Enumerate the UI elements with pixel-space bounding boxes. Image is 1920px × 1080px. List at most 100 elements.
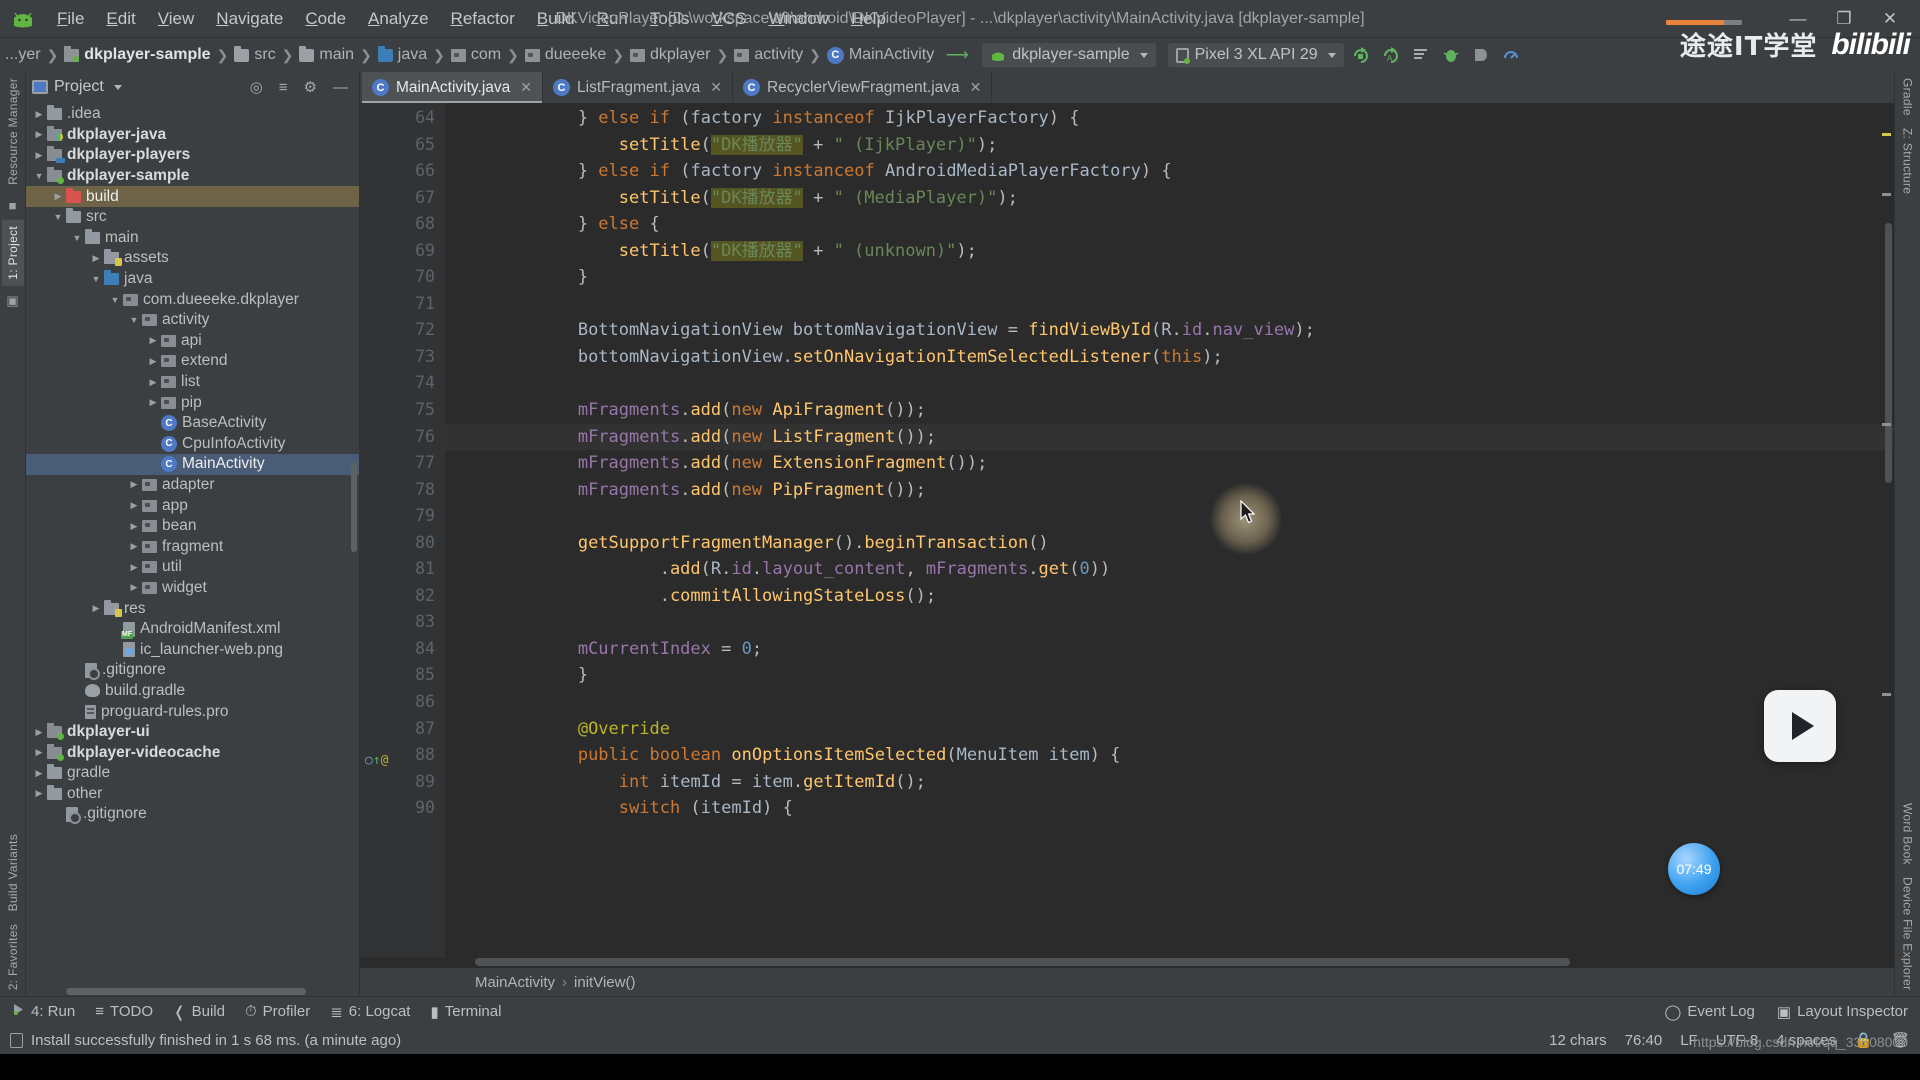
editor-tab-mainactivity-java[interactable]: C MainActivity.java ✕ xyxy=(362,72,544,103)
menu-item-code[interactable]: Code xyxy=(294,6,357,32)
line-number[interactable]: 83 xyxy=(360,609,445,636)
menu-item-file[interactable]: File xyxy=(46,6,95,32)
line-number[interactable]: 70 xyxy=(360,264,445,291)
chevron-right-icon[interactable]: ▶ xyxy=(127,521,141,532)
settings-icon[interactable]: ⚙ xyxy=(299,78,322,96)
info-marker[interactable] xyxy=(1882,423,1891,426)
stop-icon[interactable] xyxy=(1468,43,1494,67)
line-number[interactable]: 67 xyxy=(360,185,445,212)
toolwindow-profiler[interactable]: ⏱ Profiler xyxy=(245,1003,310,1020)
tree-node-adapter[interactable]: ▶ adapter xyxy=(26,475,359,496)
chevron-right-icon[interactable]: ▶ xyxy=(127,541,141,552)
tree-node-list[interactable]: ▶ list xyxy=(26,372,359,393)
chevron-down-icon[interactable]: ▼ xyxy=(32,171,46,181)
line-number[interactable]: 78 xyxy=(360,477,445,504)
close-icon[interactable]: ✕ xyxy=(520,79,532,96)
chevron-right-icon[interactable]: ▶ xyxy=(146,377,160,388)
line-number[interactable]: 77 xyxy=(360,450,445,477)
tree-node-dkplayer-ui[interactable]: ▶ dkplayer-ui xyxy=(26,722,359,743)
code-line[interactable]: mFragments.add(new ListFragment()); xyxy=(445,423,1894,451)
rail-tab-structure[interactable]: Z: Structure xyxy=(1897,122,1919,200)
tree-node-mainactivity[interactable]: C MainActivity xyxy=(26,454,359,475)
tree-node--idea[interactable]: ▶ .idea xyxy=(26,104,359,125)
tree-node--gitignore[interactable]: .gitignore xyxy=(26,804,359,825)
run-configuration-selector[interactable]: dkplayer-sample xyxy=(982,43,1156,67)
hide-icon[interactable]: — xyxy=(328,79,353,96)
code-line[interactable] xyxy=(445,291,1894,318)
code-line[interactable]: mFragments.add(new ExtensionFragment()); xyxy=(445,450,1894,477)
tree-node-bean[interactable]: ▶ bean xyxy=(26,516,359,537)
project-tree-scrollbar[interactable] xyxy=(351,462,357,552)
code-line[interactable] xyxy=(445,370,1894,397)
caret-position[interactable]: 76:40 xyxy=(1625,1032,1663,1049)
code-line[interactable]: mCurrentIndex = 0; xyxy=(445,636,1894,663)
line-number[interactable]: 75 xyxy=(360,397,445,424)
code-line[interactable]: setTitle("DK播放器" + " (MediaPlayer)"); xyxy=(445,185,1894,212)
chevron-right-icon[interactable]: ▶ xyxy=(32,150,46,161)
code-line[interactable]: public boolean onOptionsItemSelected(Men… xyxy=(445,742,1894,769)
line-number[interactable]: 79 xyxy=(360,503,445,530)
line-number[interactable]: 68 xyxy=(360,211,455,242)
rail-tab-project[interactable]: 1: Project xyxy=(1,219,24,286)
debug-run-icon[interactable]: A xyxy=(1378,43,1404,67)
breadcrumb-item--yer[interactable]: ...yer xyxy=(0,46,41,64)
line-number[interactable]: 74 xyxy=(360,370,445,397)
rail-tab-build-variants[interactable]: Build Variants xyxy=(2,828,24,917)
tree-node-other[interactable]: ▶ other xyxy=(26,784,359,805)
line-number[interactable]: 76 xyxy=(360,424,445,451)
code-line[interactable]: mFragments.add(new ApiFragment()); xyxy=(445,397,1894,424)
toolwindow-layout-inspector[interactable]: ▣ Layout Inspector xyxy=(1777,1003,1908,1021)
rail-tab-gradle[interactable]: Gradle xyxy=(1897,72,1919,122)
code-line[interactable] xyxy=(445,503,1894,530)
chevron-right-icon[interactable]: ▶ xyxy=(32,129,46,140)
editor-horizontal-scrollbar[interactable] xyxy=(360,957,1894,968)
chevron-right-icon[interactable]: ▶ xyxy=(89,253,103,264)
breadcrumb-method[interactable]: initView() xyxy=(574,974,635,991)
code-line[interactable]: BottomNavigationView bottomNavigationVie… xyxy=(445,317,1894,344)
line-number[interactable]: 87 xyxy=(360,716,445,743)
chevron-right-icon[interactable]: ▶ xyxy=(146,335,160,346)
code-line[interactable]: } xyxy=(445,264,1894,291)
line-number[interactable]: 82 xyxy=(360,583,445,610)
breadcrumb-item-activity[interactable]: activity xyxy=(734,46,803,64)
rail-tab-device-file-explorer[interactable]: Device File Explorer xyxy=(1897,871,1919,996)
tree-node-fragment[interactable]: ▶ fragment xyxy=(26,536,359,557)
info-marker[interactable] xyxy=(1882,193,1891,196)
line-number[interactable]: 72 xyxy=(360,317,445,344)
toolwindow-terminal[interactable]: ▮ Terminal xyxy=(430,1003,501,1021)
line-number[interactable]: 88 ○↑@ xyxy=(360,742,455,772)
menu-item-refactor[interactable]: Refactor xyxy=(440,6,526,32)
code-line[interactable]: .commitAllowingStateLoss(); xyxy=(445,583,1894,610)
code-line[interactable]: switch (itemId) { xyxy=(445,795,1894,822)
project-h-scrollbar[interactable] xyxy=(26,987,359,996)
code-line[interactable]: } else if (factory instanceof IjkPlayerF… xyxy=(445,105,1894,132)
debug-icon[interactable] xyxy=(1438,43,1464,67)
tree-node-activity[interactable]: ▼ activity xyxy=(26,310,359,331)
breadcrumb-item-mainactivity[interactable]: C MainActivity xyxy=(826,46,934,64)
code-line[interactable]: getSupportFragmentManager().beginTransac… xyxy=(445,530,1894,557)
line-number[interactable]: 69 xyxy=(360,238,445,265)
chevron-right-icon[interactable]: ▶ xyxy=(127,582,141,593)
chevron-right-icon[interactable]: ▶ xyxy=(127,479,141,490)
menu-item-analyze[interactable]: Analyze xyxy=(357,6,439,32)
code-line[interactable]: setTitle("DK播放器" + " (unknown)"); xyxy=(445,238,1894,265)
info-marker[interactable] xyxy=(1882,693,1891,696)
code-line[interactable]: mFragments.add(new PipFragment()); xyxy=(445,477,1894,504)
rail-tab-favorites[interactable]: 2: Favorites xyxy=(2,918,24,996)
tree-node-ic-launcher-web-png[interactable]: ic_launcher-web.png xyxy=(26,639,359,660)
line-number[interactable]: 84 xyxy=(360,636,445,663)
chevron-right-icon[interactable]: ▶ xyxy=(127,562,141,573)
tree-node-app[interactable]: ▶ app xyxy=(26,495,359,516)
code-line[interactable] xyxy=(445,609,1894,636)
line-number[interactable]: 65 xyxy=(360,132,445,159)
close-icon[interactable]: ✕ xyxy=(970,79,982,96)
breadcrumb-item-dkplayer-sample[interactable]: dkplayer-sample xyxy=(64,45,211,64)
chevron-right-icon[interactable]: ▶ xyxy=(146,356,160,367)
line-number[interactable]: 86 xyxy=(360,689,445,716)
project-tree[interactable]: ▶ .idea ▶ dkplayer-java ▶ dkplayer-players ▼ dk… xyxy=(26,102,359,987)
tree-node-assets[interactable]: ▶ assets xyxy=(26,248,359,269)
toolwindow-todo[interactable]: ≡ TODO xyxy=(95,1003,153,1020)
editor-vertical-scrollbar[interactable] xyxy=(1885,223,1892,483)
breadcrumb-item-src[interactable]: src xyxy=(234,45,276,64)
tree-node-api[interactable]: ▶ api xyxy=(26,331,359,352)
